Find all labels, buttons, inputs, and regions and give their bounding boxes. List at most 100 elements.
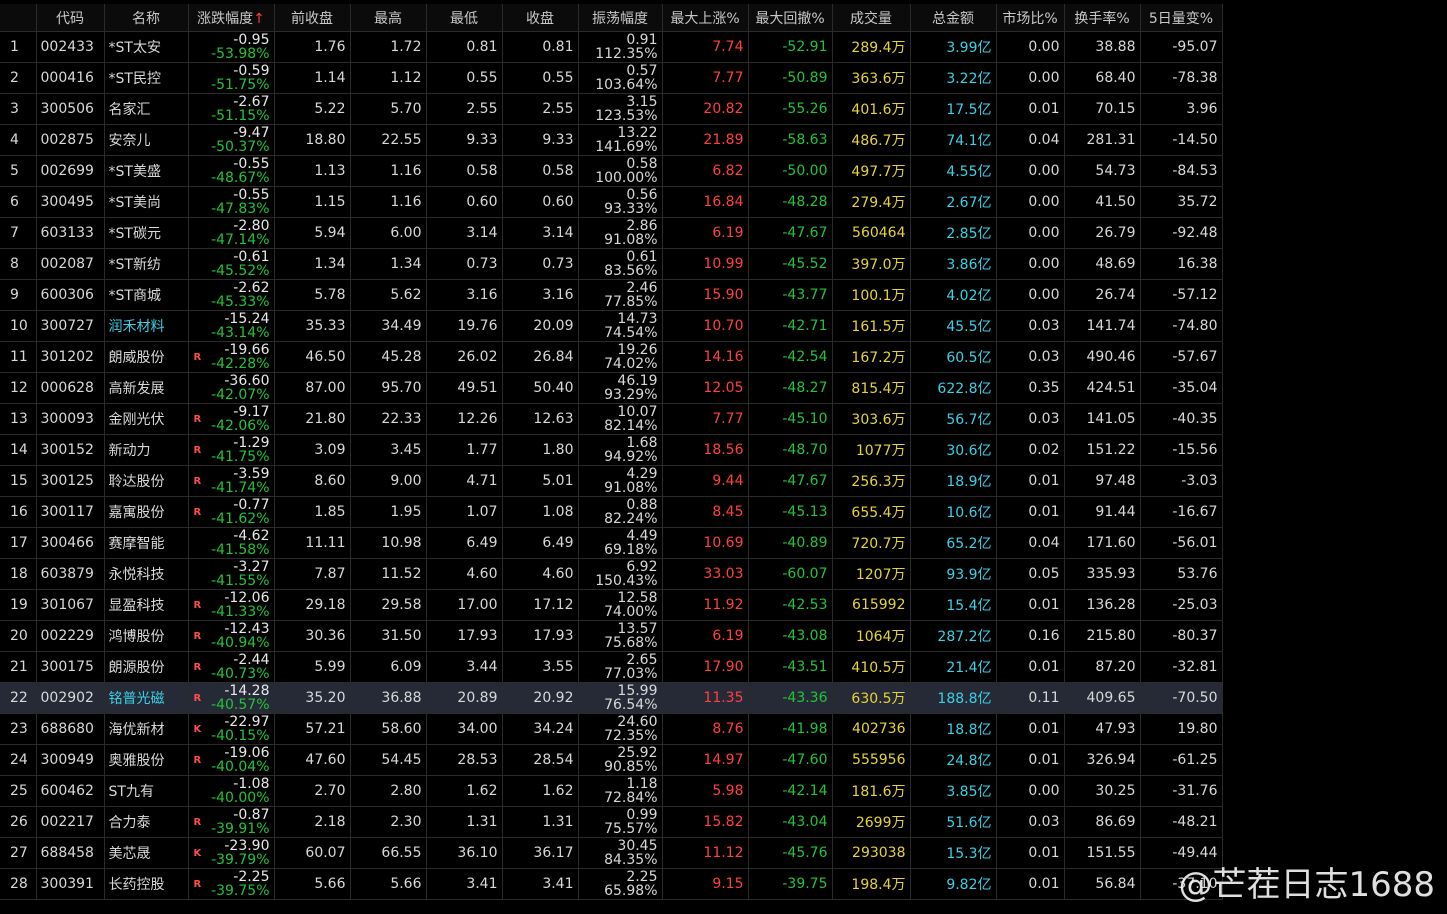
oscillation-cell: 0.57 103.64% (578, 62, 663, 94)
table-row[interactable]: 25 600462 ST九有 -1.08 -40.00% 2.70 2.80 1.62 1.62… (0, 775, 1223, 807)
turnover-rate: 326.94 (1064, 744, 1141, 776)
table-row[interactable]: 14 300152 新动力 R -1.29 -41.75% 3.09 3.45 1.77 1.80… (0, 434, 1223, 466)
table-row[interactable]: 20 002229 鸿博股份 R -12.43 -40.94% 30.36 31.50 17.9… (0, 620, 1223, 652)
table-row[interactable]: 3 300506 名家汇 -2.67 -51.15% 5.22 5.70 2.55 2.55 3.… (0, 93, 1223, 125)
volume: 1207万 (832, 558, 911, 590)
oscillation-percent: 75.68% (604, 635, 658, 651)
total-amount: 15.4亿 (910, 589, 997, 621)
low-price: 19.76 (426, 310, 503, 342)
close-price: 0.55 (502, 62, 579, 94)
table-row[interactable]: 18 603879 永悦科技 -3.27 -41.55% 7.87 11.52 4.60 4.6… (0, 558, 1223, 590)
table-row[interactable]: 8 002087 *ST新纺 -0.61 -45.52% 1.34 1.34 0.73 0.73… (0, 248, 1223, 280)
max-rise: 15.82 (662, 806, 749, 838)
volume: 1064万 (832, 620, 911, 652)
column-header-amount[interactable]: 总金额 (910, 4, 997, 32)
turnover-rate: 151.22 (1064, 434, 1141, 466)
table-row[interactable]: 15 300125 聆达股份 R -3.59 -41.74% 8.60 9.00 4.71 5.0… (0, 465, 1223, 497)
five-day-volume-change: -16.67 (1140, 496, 1223, 528)
table-row[interactable]: 11 301202 朗威股份 R -19.66 -42.28% 46.50 45.28 26.0… (0, 341, 1223, 373)
stock-name: *ST民控 (104, 62, 189, 94)
column-header-turnover[interactable]: 换手率% (1064, 4, 1141, 32)
column-header-prev-close[interactable]: 前收盘 (274, 4, 351, 32)
column-header-index[interactable] (0, 4, 37, 32)
high-price: 1.12 (350, 62, 427, 94)
table-row[interactable]: 9 600306 *ST商城 -2.62 -45.33% 5.78 5.62 3.16 3.16… (0, 279, 1223, 311)
low-price: 4.71 (426, 465, 503, 497)
change-percent: -39.91% (211, 821, 270, 837)
market-ratio: 0.02 (996, 434, 1065, 466)
oscillation-cell: 4.49 69.18% (578, 527, 663, 559)
max-rise: 7.77 (662, 403, 749, 435)
change-cell: -2.80 -47.14% (188, 217, 275, 249)
prev-close: 30.36 (274, 620, 351, 652)
table-row[interactable]: 22 002902 铭普光磁 R -14.28 -40.57% 35.20 36.88 20.8… (0, 682, 1223, 714)
table-row[interactable]: 2 000416 *ST民控 -0.59 -51.75% 1.14 1.12 0.55 0.55… (0, 62, 1223, 94)
table-row[interactable]: 5 002699 *ST美盛 -0.55 -48.67% 1.13 1.16 0.58 0.58… (0, 155, 1223, 187)
column-header-max-drawdown[interactable]: 最大回撤% (748, 4, 833, 32)
high-price: 34.49 (350, 310, 427, 342)
table-row[interactable]: 19 301067 显盈科技 R -12.06 -41.33% 29.18 29.58 17.0… (0, 589, 1223, 621)
table-row[interactable]: 21 300175 朗源股份 R -2.44 -40.73% 5.99 6.09 3.44 3.5… (0, 651, 1223, 683)
stock-name: 鸿博股份 (104, 620, 189, 652)
stock-name: 安奈儿 (104, 124, 189, 156)
change-percent: -41.55% (211, 573, 270, 589)
table-row[interactable]: 17 300466 赛摩智能 -4.62 -41.58% 11.11 10.98 6.49 6.… (0, 527, 1223, 559)
stock-code: 002875 (36, 124, 105, 156)
close-price: 3.41 (502, 868, 579, 900)
turnover-rate: 136.28 (1064, 589, 1141, 621)
table-row[interactable]: 1 002433 *ST太安 -0.95 -53.98% 1.76 1.72 0.81 0.81… (0, 31, 1223, 63)
oscillation-value: 2.46 (626, 280, 658, 296)
column-header-code[interactable]: 代码 (36, 4, 105, 32)
table-row[interactable]: 10 300727 润禾材料 -15.24 -43.14% 35.33 34.49 19.76… (0, 310, 1223, 342)
total-amount: 188.8亿 (910, 682, 997, 714)
high-price: 66.55 (350, 837, 427, 869)
table-row[interactable]: 6 300495 *ST美尚 -0.55 -47.83% 1.15 1.16 0.60 0.60… (0, 186, 1223, 218)
change-percent: -41.62% (211, 511, 270, 527)
change-value: -0.55 (233, 156, 270, 172)
max-rise: 8.76 (662, 713, 749, 745)
change-percent: -50.37% (211, 139, 270, 155)
column-header-change[interactable]: 涨跌幅度↑ (188, 4, 275, 32)
change-value: -36.60 (224, 373, 270, 389)
oscillation-percent: 82.24% (604, 511, 658, 527)
change-percent: -51.75% (211, 77, 270, 93)
five-day-volume-change: 53.76 (1140, 558, 1223, 590)
table-row[interactable]: 4 002875 安奈儿 -9.47 -50.37% 18.80 22.55 9.33 9.33… (0, 124, 1223, 156)
table-row[interactable]: 12 000628 高新发展 -36.60 -42.07% 87.00 95.70 49.51… (0, 372, 1223, 404)
column-header-name[interactable]: 名称 (104, 4, 189, 32)
high-price: 1.16 (350, 155, 427, 187)
table-row[interactable]: 13 300093 金刚光伏 R -9.17 -42.06% 21.80 22.33 12.26… (0, 403, 1223, 435)
prev-close: 18.80 (274, 124, 351, 156)
column-header-oscillation[interactable]: 振荡幅度 (578, 4, 663, 32)
low-price: 0.55 (426, 62, 503, 94)
row-index: 6 (0, 186, 37, 218)
low-price: 3.44 (426, 651, 503, 683)
table-row[interactable]: 24 300949 奥雅股份 R -19.06 -40.04% 47.60 54.45 28.5… (0, 744, 1223, 776)
column-header-volume[interactable]: 成交量 (832, 4, 911, 32)
table-row[interactable]: 23 688680 海优新材 K -22.97 -40.15% 57.21 58.60 34.0… (0, 713, 1223, 745)
column-header-low[interactable]: 最低 (426, 4, 503, 32)
change-percent: -41.58% (211, 542, 270, 558)
volume: 401.6万 (832, 93, 911, 125)
column-header-high[interactable]: 最高 (350, 4, 427, 32)
column-header-close[interactable]: 收盘 (502, 4, 579, 32)
column-header-max-rise[interactable]: 最大上涨% (662, 4, 749, 32)
column-header-vol5[interactable]: 5日量变% (1140, 4, 1223, 32)
column-header-market-ratio[interactable]: 市场比% (996, 4, 1065, 32)
stock-code: 300466 (36, 527, 105, 559)
high-price: 5.62 (350, 279, 427, 311)
row-index: 18 (0, 558, 37, 590)
table-row[interactable]: 16 300117 嘉寓股份 R -0.77 -41.62% 1.85 1.95 1.07 1.0… (0, 496, 1223, 528)
table-row[interactable]: 28 300391 长药控股 R -2.25 -39.75% 5.66 5.66 3.41 3.4… (0, 868, 1223, 900)
close-price: 12.63 (502, 403, 579, 435)
table-row[interactable]: 27 688458 美芯晟 K -23.90 -39.79% 60.07 66.55 36.10… (0, 837, 1223, 869)
volume: 279.4万 (832, 186, 911, 218)
max-rise: 7.77 (662, 62, 749, 94)
table-row[interactable]: 26 002217 合力泰 R -0.87 -39.91% 2.18 2.30 1.31 1.31… (0, 806, 1223, 838)
market-ratio: 0.04 (996, 124, 1065, 156)
market-ratio: 0.01 (996, 868, 1065, 900)
table-row[interactable]: 7 603133 *ST碳元 -2.80 -47.14% 5.94 6.00 3.14 3.14… (0, 217, 1223, 249)
oscillation-percent: 93.29% (604, 387, 658, 403)
close-price: 0.60 (502, 186, 579, 218)
change-cell: R -2.44 -40.73% (188, 651, 275, 683)
